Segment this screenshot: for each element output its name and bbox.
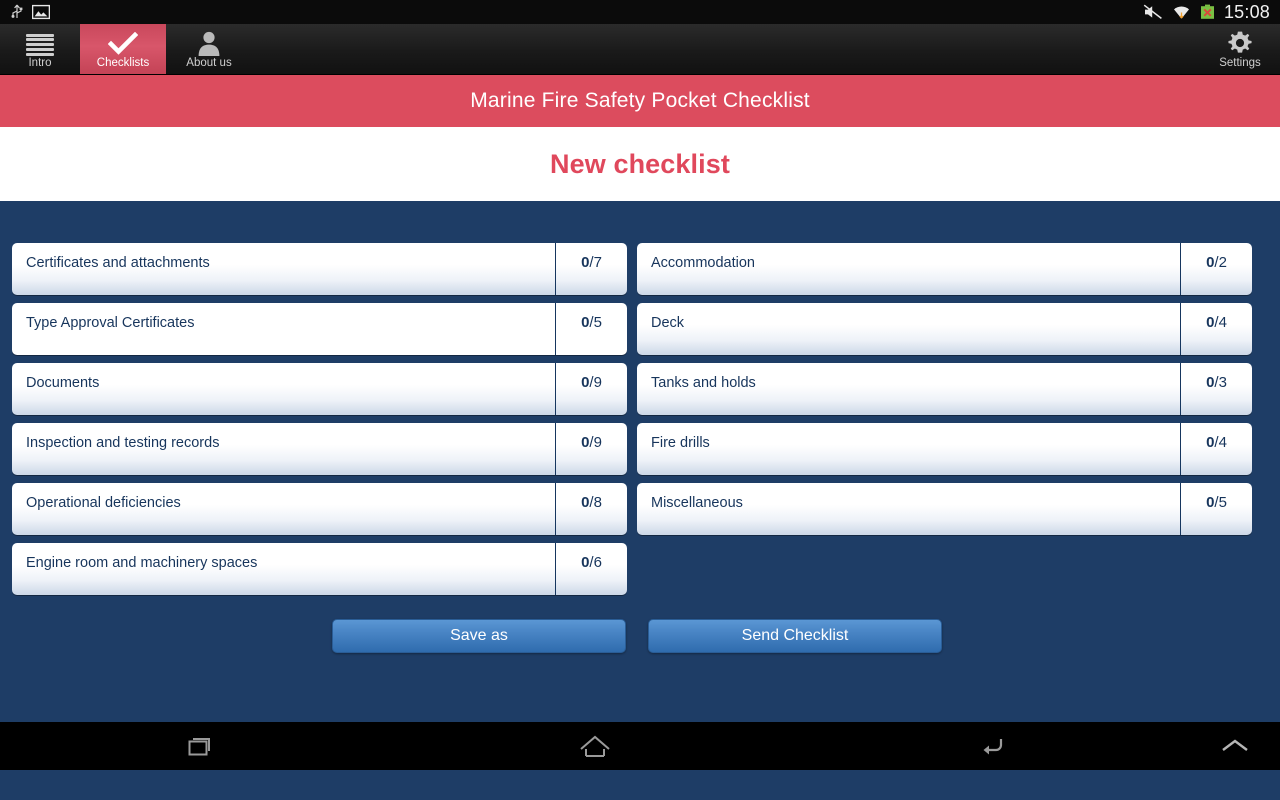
recent-apps-icon xyxy=(188,738,211,756)
checklist-row-count: 0/9 xyxy=(555,363,627,415)
checklist-row-done: 0 xyxy=(1206,374,1215,391)
android-status-bar: 15:08 xyxy=(0,0,1280,24)
checklist-row-label: Type Approval Certificates xyxy=(26,315,195,331)
nav-back-button[interactable] xyxy=(793,731,1190,761)
back-icon xyxy=(983,739,1002,755)
tab-intro-label: Intro xyxy=(28,56,52,69)
checklist-row[interactable]: Inspection and testing records 0/9 xyxy=(12,423,627,475)
checklist-row-label: Deck xyxy=(651,315,685,331)
app-tab-bar: Intro Checklists About us Settings xyxy=(0,24,1280,75)
person-icon xyxy=(197,30,221,56)
screenshot-image-icon xyxy=(32,4,50,20)
mute-icon xyxy=(1143,4,1162,19)
usb-icon xyxy=(11,4,23,18)
checklist-right-column: Accommodation 0/2 Deck 0/4 Tanks and hol… xyxy=(637,243,1252,595)
checklist-row[interactable]: Miscellaneous 0/5 xyxy=(637,483,1252,535)
app-title-banner: Marine Fire Safety Pocket Checklist xyxy=(0,75,1280,127)
checklist-grid: Certificates and attachments 0/7 Type Ap… xyxy=(12,243,1268,595)
checklist-row-label: Engine room and machinery spaces xyxy=(26,555,258,571)
checklist-row-total: /2 xyxy=(1214,254,1227,271)
checklist-row-count: 0/8 xyxy=(555,483,627,535)
checklist-row-done: 0 xyxy=(1206,254,1215,271)
checklist-row[interactable]: Deck 0/4 xyxy=(637,303,1252,355)
page-title-bar: New checklist xyxy=(0,127,1280,201)
checklist-row-total: /5 xyxy=(589,314,602,331)
checklist-row-total: /4 xyxy=(1214,434,1227,451)
tab-settings[interactable]: Settings xyxy=(1200,24,1280,74)
home-icon xyxy=(580,735,610,757)
nav-home-button[interactable] xyxy=(397,731,794,761)
checklist-row[interactable]: Accommodation 0/2 xyxy=(637,243,1252,295)
checklist-row-count: 0/5 xyxy=(1180,483,1252,535)
tab-checklists-label: Checklists xyxy=(96,56,150,69)
tab-about-us[interactable]: About us xyxy=(166,24,252,74)
checklist-row-done: 0 xyxy=(581,434,590,451)
checklist-row-count: 0/4 xyxy=(1180,303,1252,355)
checklist-row-total: /4 xyxy=(1214,314,1227,331)
tab-about-us-label: About us xyxy=(186,56,232,69)
checklist-row-label: Miscellaneous xyxy=(651,495,743,511)
checklist-row-total: /3 xyxy=(1214,374,1227,391)
checklist-row-done: 0 xyxy=(581,554,590,571)
chevron-up-icon xyxy=(1222,739,1248,751)
status-bar-clock: 15:08 xyxy=(1223,2,1270,22)
checklist-row[interactable]: Fire drills 0/4 xyxy=(637,423,1252,475)
checklist-row-total: /9 xyxy=(589,374,602,391)
page-title: New checklist xyxy=(550,148,730,179)
checklist-row-label: Operational deficiencies xyxy=(26,495,181,511)
checklist-row-label: Certificates and attachments xyxy=(26,255,210,271)
tab-intro[interactable]: Intro xyxy=(0,24,80,74)
checklist-row-done: 0 xyxy=(1206,314,1215,331)
gear-icon xyxy=(1227,30,1253,56)
checklist-row-label: Fire drills xyxy=(651,435,710,451)
save-as-button[interactable]: Save as xyxy=(332,619,626,653)
checklist-row-done: 0 xyxy=(581,374,590,391)
checklist-row-total: /5 xyxy=(1214,494,1227,511)
checklist-row-total: /8 xyxy=(589,494,602,511)
checklist-row-count: 0/5 xyxy=(555,303,627,355)
checklist-row-count: 0/2 xyxy=(1180,243,1252,295)
status-bar-right-icons: 15:08 xyxy=(1143,3,1270,21)
checklist-row-done: 0 xyxy=(1206,434,1215,451)
nav-expand-button[interactable] xyxy=(1190,736,1280,756)
checklist-row-done: 0 xyxy=(1206,494,1215,511)
checklist-row-count: 0/3 xyxy=(1180,363,1252,415)
checklist-content: Certificates and attachments 0/7 Type Ap… xyxy=(0,201,1280,770)
tab-settings-label: Settings xyxy=(1219,56,1261,69)
checklist-row[interactable]: Type Approval Certificates 0/5 xyxy=(12,303,627,355)
app-title: Marine Fire Safety Pocket Checklist xyxy=(470,89,810,112)
send-checklist-button[interactable]: Send Checklist xyxy=(648,619,942,653)
checklist-row[interactable]: Engine room and machinery spaces 0/6 xyxy=(12,543,627,595)
checklist-row-done: 0 xyxy=(581,254,590,271)
status-bar-left-icons xyxy=(10,4,50,20)
checklist-row[interactable]: Operational deficiencies 0/8 xyxy=(12,483,627,535)
checklist-row-count: 0/6 xyxy=(555,543,627,595)
nav-recents-button[interactable] xyxy=(0,731,397,761)
checklist-row-done: 0 xyxy=(581,314,590,331)
action-buttons: Save as Send Checklist xyxy=(12,619,1268,653)
tab-checklists[interactable]: Checklists xyxy=(80,24,166,74)
checklist-row-label: Tanks and holds xyxy=(651,375,756,391)
checklist-row[interactable]: Certificates and attachments 0/7 xyxy=(12,243,627,295)
checklist-row-label: Documents xyxy=(26,375,100,391)
battery-error-icon xyxy=(1200,4,1214,19)
checklist-left-column: Certificates and attachments 0/7 Type Ap… xyxy=(12,243,627,595)
checklist-row-total: /6 xyxy=(589,554,602,571)
checklist-row[interactable]: Documents 0/9 xyxy=(12,363,627,415)
checklist-row-label: Inspection and testing records xyxy=(26,435,220,451)
checklist-row-count: 0/9 xyxy=(555,423,627,475)
wifi-icon xyxy=(1173,6,1189,19)
checklist-row-label: Accommodation xyxy=(651,255,755,271)
android-nav-bar xyxy=(0,722,1280,770)
checklist-row-total: /7 xyxy=(589,254,602,271)
checklist-row-count: 0/4 xyxy=(1180,423,1252,475)
list-lines-icon xyxy=(26,30,54,56)
checkmark-icon xyxy=(108,30,138,56)
checklist-row-count: 0/7 xyxy=(555,243,627,295)
checklist-row-total: /9 xyxy=(589,434,602,451)
checklist-row[interactable]: Tanks and holds 0/3 xyxy=(637,363,1252,415)
checklist-row-done: 0 xyxy=(581,494,590,511)
